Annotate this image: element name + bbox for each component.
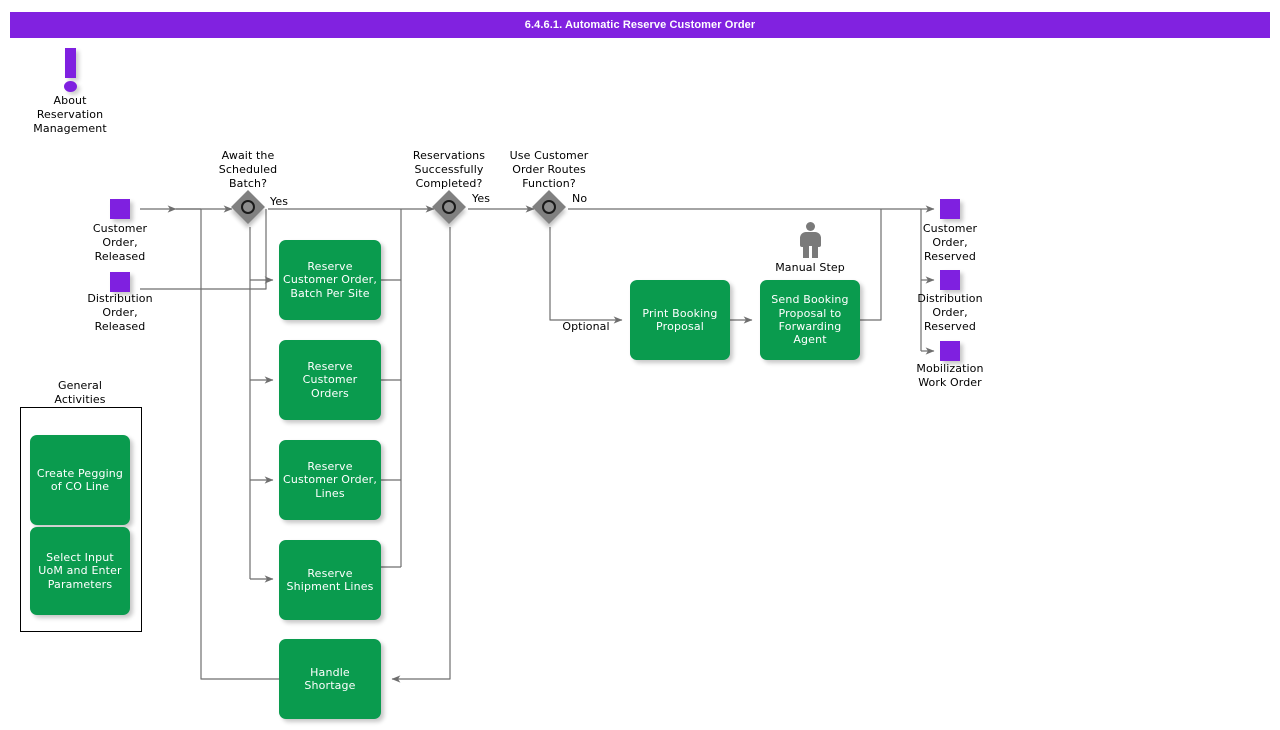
- process-flow-diagram: 6.4.6.1. Automatic Reserve Customer Orde…: [0, 0, 1280, 730]
- diamond-ring-icon: [542, 200, 556, 214]
- distribution-order-released-label: Distribution Order, Released: [87, 292, 153, 334]
- use-co-routes-question: Use Customer Order Routes Function?: [509, 149, 589, 191]
- process-create-pegging-of-co-line[interactable]: Create Pegging of CO Line: [30, 435, 130, 525]
- mobilization-work-order-icon[interactable]: [940, 341, 960, 361]
- person-icon: [797, 222, 823, 258]
- customer-order-reserved-label: Customer Order, Reserved: [922, 222, 978, 264]
- decision-await-scheduled-batch[interactable]: [231, 190, 268, 227]
- process-reserve-customer-order-lines[interactable]: Reserve Customer Order, Lines: [279, 440, 381, 520]
- process-reserve-customer-order-batch-per-site[interactable]: Reserve Customer Order, Batch Per Site: [279, 240, 381, 320]
- decision-3-no-label: No: [572, 192, 588, 205]
- exclamation-bar: [65, 48, 76, 78]
- process-select-input-uom-and-enter-parameters[interactable]: Select Input UoM and Enter Parameters: [30, 527, 130, 615]
- decision-1-yes-label: Yes: [270, 195, 289, 208]
- process-handle-shortage[interactable]: Handle Shortage: [279, 639, 381, 719]
- distribution-order-released-icon[interactable]: [110, 272, 130, 292]
- about-reservation-management-label[interactable]: About Reservation Management: [10, 94, 130, 137]
- diamond-ring-icon: [241, 200, 255, 214]
- decision-2-yes-label: Yes: [472, 192, 491, 205]
- process-send-booking-proposal-to-forwarding-agent[interactable]: Send Booking Proposal to Forwarding Agen…: [760, 280, 860, 360]
- distribution-order-reserved-label: Distribution Order, Reserved: [917, 292, 983, 334]
- decision-reservations-successfully-completed[interactable]: [432, 190, 469, 227]
- process-reserve-shipment-lines[interactable]: Reserve Shipment Lines: [279, 540, 381, 620]
- mobilization-work-order-label: Mobilization Work Order: [916, 362, 984, 390]
- await-scheduled-batch-question: Await the Scheduled Batch?: [218, 149, 278, 191]
- manual-step-label: Manual Step: [775, 261, 845, 274]
- customer-order-released-icon[interactable]: [110, 199, 130, 219]
- exclamation-icon[interactable]: [60, 48, 82, 92]
- connector-layer: [140, 205, 935, 683]
- process-reserve-customer-orders[interactable]: Reserve Customer Orders: [279, 340, 381, 420]
- customer-order-reserved-icon[interactable]: [940, 199, 960, 219]
- person-leg-gap: [809, 246, 812, 258]
- decision-use-customer-order-routes-function[interactable]: [532, 190, 569, 227]
- person-head: [806, 222, 815, 231]
- exclamation-dot: [64, 81, 77, 92]
- distribution-order-reserved-icon[interactable]: [940, 270, 960, 290]
- person-leg-right: [812, 244, 818, 258]
- process-print-booking-proposal[interactable]: Print Booking Proposal: [630, 280, 730, 360]
- general-activities-title: General Activities: [54, 379, 106, 407]
- diamond-ring-icon: [442, 200, 456, 214]
- optional-edge-label: Optional: [562, 320, 610, 333]
- customer-order-released-label: Customer Order, Released: [92, 222, 148, 264]
